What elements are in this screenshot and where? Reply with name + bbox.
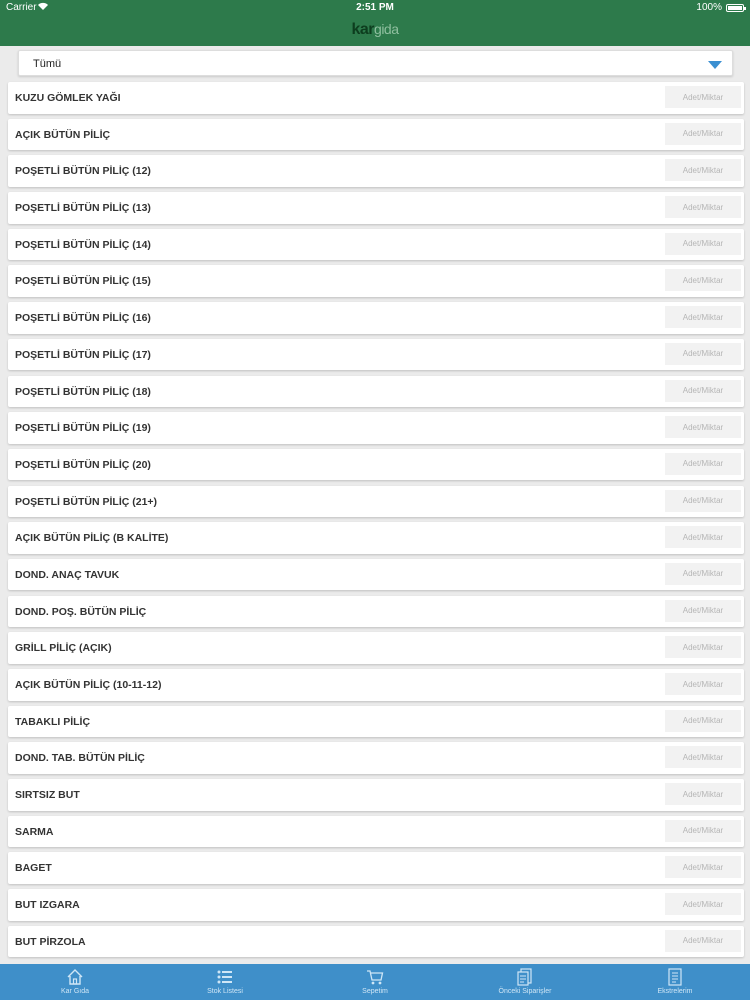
product-row: BUT IZGARA bbox=[8, 889, 744, 921]
product-name: AÇIK BÜTÜN PİLİÇ (B KALİTE) bbox=[15, 532, 169, 545]
product-row: POŞETLİ BÜTÜN PİLİÇ (14) bbox=[8, 228, 744, 261]
product-name: AÇIK BÜTÜN PİLİÇ (10-11-12) bbox=[15, 679, 162, 691]
product-row: POŞETLİ BÜTÜN PİLİÇ (21+) bbox=[8, 485, 744, 518]
orders-icon bbox=[450, 967, 600, 987]
tab-label: Kar Gıda bbox=[60, 988, 89, 995]
product-row: POŞETLİ BÜTÜN PİLİÇ (18) bbox=[8, 375, 744, 407]
quantity-input[interactable] bbox=[665, 599, 741, 622]
tab-label: Sepetim bbox=[362, 988, 388, 995]
quantity-input[interactable] bbox=[665, 452, 741, 475]
product-row: DOND. POŞ. BÜTÜN PİLİÇ bbox=[8, 595, 744, 628]
quantity-input[interactable] bbox=[665, 86, 741, 108]
product-name: BAGET bbox=[15, 862, 52, 875]
tab-list[interactable]: Stok Listesi bbox=[150, 964, 300, 1000]
product-row: POŞETLİ BÜTÜN PİLİÇ (16) bbox=[8, 302, 744, 334]
product-name: POŞETLİ BÜTÜN PİLİÇ (17) bbox=[15, 348, 151, 361]
product-name: GRİLL PİLİÇ (AÇIK) bbox=[15, 642, 112, 655]
product-row: DOND. ANAÇ TAVUK bbox=[8, 558, 744, 591]
product-name: AÇIK BÜTÜN PİLİÇ bbox=[15, 128, 111, 141]
product-name: SIRTSIZ BUT bbox=[15, 789, 80, 802]
product-name: KUZU GÖMLEK YAĞI bbox=[15, 92, 121, 104]
quantity-input[interactable] bbox=[665, 856, 741, 879]
quantity-input[interactable] bbox=[665, 526, 741, 549]
product-row: AÇIK BÜTÜN PİLİÇ (B KALİTE) bbox=[8, 522, 744, 554]
quantity-input[interactable] bbox=[665, 636, 741, 659]
product-name: BUT PİRZOLA bbox=[15, 935, 86, 948]
product-row: POŞETLİ BÜTÜN PİLİÇ (15) bbox=[8, 265, 744, 297]
product-row: BUT PİRZOLA bbox=[8, 925, 744, 958]
quantity-input[interactable] bbox=[665, 342, 741, 365]
tab-label: Stok Listesi bbox=[207, 988, 243, 995]
quantity-input[interactable] bbox=[665, 232, 741, 255]
product-name: DOND. TAB. BÜTÜN PİLİÇ bbox=[15, 752, 145, 765]
tab-label: Ekstrelerim bbox=[657, 988, 693, 995]
battery-icon bbox=[726, 4, 746, 12]
tab-cart[interactable]: Sepetim bbox=[300, 964, 450, 1000]
product-row: GRİLL PİLİÇ (AÇIK) bbox=[8, 632, 744, 664]
quantity-input[interactable] bbox=[665, 746, 741, 769]
quantity-input[interactable] bbox=[665, 819, 741, 842]
product-row: AÇIK BÜTÜN PİLİÇ (10-11-12) bbox=[8, 669, 744, 701]
product-row: SARMA bbox=[8, 815, 744, 848]
product-row: DOND. TAB. BÜTÜN PİLİÇ bbox=[8, 742, 744, 774]
product-name: POŞETLİ BÜTÜN PİLİÇ (21+) bbox=[15, 495, 158, 508]
quantity-input[interactable] bbox=[665, 122, 741, 145]
quantity-input[interactable] bbox=[665, 306, 741, 329]
quantity-input[interactable] bbox=[665, 673, 741, 695]
product-name: POŞETLİ BÜTÜN PİLİÇ (13) bbox=[15, 202, 151, 215]
product-name: POŞETLİ BÜTÜN PİLİÇ (15) bbox=[15, 275, 151, 288]
product-name: POŞETLİ BÜTÜN PİLİÇ (19) bbox=[15, 422, 151, 435]
product-row: POŞETLİ BÜTÜN PİLİÇ (17) bbox=[8, 338, 744, 371]
product-name: TABAKLI PİLİÇ bbox=[15, 715, 91, 728]
quantity-input[interactable] bbox=[665, 196, 741, 219]
product-row: POŞETLİ BÜTÜN PİLİÇ (12) bbox=[8, 155, 744, 187]
product-row: SIRTSIZ BUT bbox=[8, 779, 744, 811]
tab-home[interactable]: Kar Gıda bbox=[0, 964, 150, 1000]
quantity-input[interactable] bbox=[665, 709, 741, 732]
quantity-input[interactable] bbox=[665, 269, 741, 292]
product-row: POŞETLİ BÜTÜN PİLİÇ (19) bbox=[8, 412, 744, 444]
product-name: BUT IZGARA bbox=[15, 899, 80, 912]
tab-orders[interactable]: Önceki Siparişler bbox=[450, 964, 600, 1000]
quantity-input[interactable] bbox=[665, 783, 741, 806]
product-row: AÇIK BÜTÜN PİLİÇ bbox=[8, 118, 744, 151]
product-name: POŞETLİ BÜTÜN PİLİÇ (20) bbox=[15, 458, 151, 471]
tab-label: Önceki Siparişler bbox=[498, 988, 552, 995]
status-time: 2:51 PM bbox=[356, 2, 394, 13]
product-name: POŞETLİ BÜTÜN PİLİÇ (12) bbox=[15, 165, 151, 178]
app-logo: kargida bbox=[351, 21, 400, 38]
category-filter-select[interactable]: Tümü bbox=[18, 50, 733, 76]
product-row: BAGET bbox=[8, 852, 744, 884]
quantity-input[interactable] bbox=[665, 159, 741, 182]
product-list: KUZU GÖMLEK YAĞI AÇIK BÜTÜN PİLİÇ POŞETLİ … bbox=[8, 82, 744, 963]
product-name: SARMA bbox=[15, 825, 54, 838]
quantity-input[interactable] bbox=[665, 562, 741, 585]
status-bar: Carrier 2:51 PM 100% bbox=[0, 0, 750, 16]
tab-statement[interactable]: Ekstrelerim bbox=[600, 964, 750, 1000]
cart-icon bbox=[300, 967, 450, 987]
product-row: TABAKLI PİLİÇ bbox=[8, 705, 744, 738]
product-row: KUZU GÖMLEK YAĞI bbox=[8, 82, 744, 114]
quantity-input[interactable] bbox=[665, 379, 741, 402]
quantity-input[interactable] bbox=[665, 416, 741, 439]
product-name: POŞETLİ BÜTÜN PİLİÇ (14) bbox=[15, 238, 151, 251]
quantity-input[interactable] bbox=[665, 489, 741, 512]
category-filter-value: Tümü bbox=[33, 58, 62, 70]
tab-bar: Kar Gıda Stok Listesi Sepetim Önceki Sipari… bbox=[0, 964, 750, 1000]
list-icon bbox=[150, 967, 300, 987]
statement-icon bbox=[600, 967, 750, 987]
product-name: DOND. ANAÇ TAVUK bbox=[15, 568, 120, 581]
quantity-input[interactable] bbox=[665, 893, 741, 916]
nav-bar: kargida bbox=[0, 16, 750, 46]
chevron-down-icon[interactable] bbox=[708, 61, 722, 69]
home-icon bbox=[0, 967, 150, 987]
product-name: POŞETLİ BÜTÜN PİLİÇ (18) bbox=[15, 385, 151, 398]
product-name: POŞETLİ BÜTÜN PİLİÇ (16) bbox=[15, 312, 151, 325]
quantity-input[interactable] bbox=[665, 929, 741, 952]
product-row: POŞETLİ BÜTÜN PİLİÇ (20) bbox=[8, 448, 744, 481]
product-row: POŞETLİ BÜTÜN PİLİÇ (13) bbox=[8, 192, 744, 224]
battery-percent: 100% bbox=[696, 2, 722, 13]
product-name: DOND. POŞ. BÜTÜN PİLİÇ bbox=[15, 605, 147, 618]
